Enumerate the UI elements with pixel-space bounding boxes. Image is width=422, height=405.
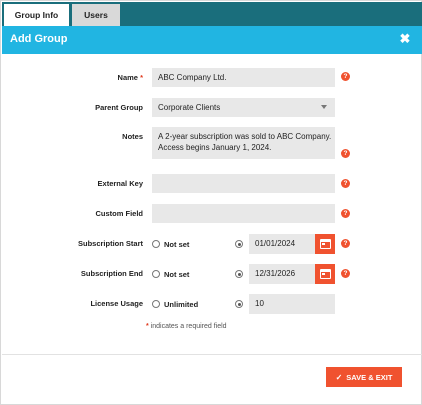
subscription-start-label: Subscription Start: [77, 239, 143, 248]
subscription-start-not-set-label: Not set: [164, 240, 190, 249]
name-input[interactable]: ABC Company Ltd.: [152, 68, 335, 87]
external-key-label: External Key: [97, 179, 143, 188]
subscription-start-help-icon[interactable]: ?: [341, 239, 350, 248]
subscription-start-calendar-button[interactable]: [315, 234, 335, 254]
name-help-icon[interactable]: ?: [341, 72, 350, 81]
add-group-dialog: Group Info Users Add Group ✖ Name * ABC …: [0, 0, 422, 405]
parent-group-select[interactable]: Corporate Clients: [152, 98, 335, 117]
custom-field-label: Custom Field: [95, 209, 143, 218]
dialog-title: Add Group: [10, 33, 68, 45]
license-usage-value-radio[interactable]: [235, 300, 243, 308]
chevron-down-icon: [321, 105, 327, 109]
subscription-start-date-radio[interactable]: [235, 240, 243, 248]
calendar-icon: [319, 269, 331, 279]
subscription-end-calendar-button[interactable]: [315, 264, 335, 284]
close-icon[interactable]: ✖: [398, 32, 412, 46]
required-field-note: * indicates a required field: [146, 323, 227, 330]
notes-help-icon[interactable]: ?: [341, 149, 350, 158]
save-and-exit-label: SAVE & EXIT: [346, 372, 393, 382]
license-usage-input[interactable]: 10: [249, 294, 335, 314]
license-usage-unlimited-label: Unlimited: [164, 300, 199, 309]
external-key-input[interactable]: [152, 174, 335, 193]
calendar-icon: [319, 239, 331, 249]
license-usage-label: License Usage: [90, 299, 143, 308]
subscription-end-date-input[interactable]: 12/31/2026: [249, 264, 315, 284]
subscription-end-label: Subscription End: [80, 269, 143, 278]
subscription-end-not-set-label: Not set: [164, 270, 190, 279]
license-usage-unlimited-radio[interactable]: [152, 300, 160, 308]
subscription-start-not-set-radio[interactable]: [152, 240, 160, 248]
tab-bar: Group Info Users: [2, 2, 422, 26]
subscription-end-date-radio[interactable]: [235, 270, 243, 278]
notes-textarea[interactable]: A 2-year subscription was sold to ABC Co…: [152, 127, 335, 159]
subscription-end-not-set-radio[interactable]: [152, 270, 160, 278]
parent-group-label: Parent Group: [95, 103, 143, 112]
custom-field-input[interactable]: [152, 204, 335, 223]
checkmark-icon: ✓: [335, 372, 343, 382]
custom-field-help-icon[interactable]: ?: [341, 209, 350, 218]
external-key-help-icon[interactable]: ?: [341, 179, 350, 188]
tab-users[interactable]: Users: [72, 4, 120, 26]
notes-label: Notes: [122, 132, 143, 141]
subscription-start-date-input[interactable]: 01/01/2024: [249, 234, 315, 254]
tab-group-info[interactable]: Group Info: [4, 4, 69, 26]
name-label: Name *: [117, 73, 143, 82]
dialog-header: Add Group ✖: [2, 26, 422, 54]
footer-divider: [2, 354, 422, 355]
parent-group-value: Corporate Clients: [158, 103, 221, 112]
subscription-end-help-icon[interactable]: ?: [341, 269, 350, 278]
save-and-exit-button[interactable]: ✓ SAVE & EXIT: [326, 367, 402, 387]
